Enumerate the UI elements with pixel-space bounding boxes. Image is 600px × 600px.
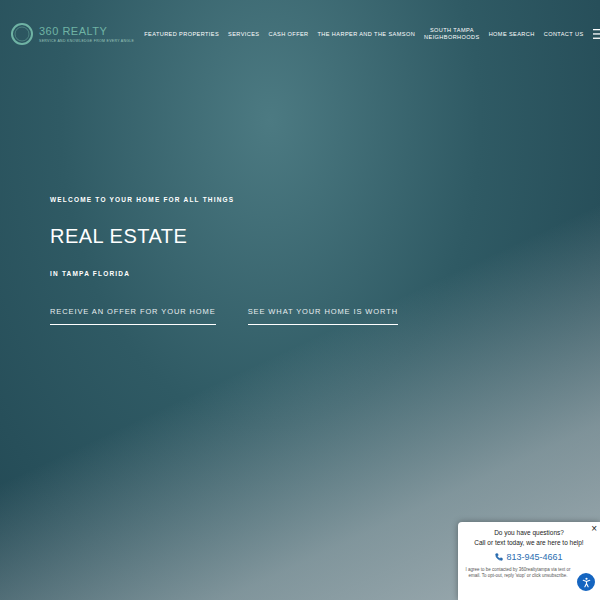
hero-link[interactable]: RECEIVE AN OFFER FOR YOUR HOME [50, 307, 216, 325]
hero-title: REAL ESTATE [50, 225, 187, 248]
nav-item[interactable]: HOME SEARCH [489, 31, 535, 38]
nav-item[interactable]: SERVICES [228, 31, 259, 38]
nav-item[interactable]: FEATURED PROPERTIES [144, 31, 219, 38]
hero-link[interactable]: SEE WHAT YOUR HOME IS WORTH [248, 307, 398, 325]
chat-message: Call or text today, we are here to help! [474, 539, 583, 546]
phone-link[interactable]: 813-945-4661 [495, 552, 562, 562]
nav-item[interactable]: THE HARPER AND THE SAMSON [318, 31, 416, 38]
logo-ring-icon [10, 22, 34, 46]
hero: WELCOME TO YOUR HOME FOR ALL THINGS REAL … [0, 46, 600, 325]
nav-item[interactable]: CONTACT US [544, 31, 584, 38]
accessibility-icon [580, 576, 593, 589]
accessibility-button[interactable] [575, 571, 597, 593]
logo[interactable]: 360 REALTY SERVICE AND KNOWLEDGE FROM EVE… [10, 22, 134, 46]
hero-eyebrow: WELCOME TO YOUR HOME FOR ALL THINGS [50, 196, 234, 203]
logo-name: 360 REALTY [39, 25, 134, 37]
close-button[interactable]: × [591, 524, 597, 534]
hero-subtitle: IN TAMPA FLORIDA [50, 270, 130, 277]
header: 360 REALTY SERVICE AND KNOWLEDGE FROM EVE… [0, 0, 600, 46]
page: 360 REALTY SERVICE AND KNOWLEDGE FROM EVE… [0, 0, 600, 600]
main-nav: FEATURED PROPERTIES SERVICES CASH OFFER THE… [144, 27, 600, 41]
chat-title: Do you have questions? [494, 529, 564, 536]
phone-icon [495, 553, 503, 561]
menu-icon[interactable] [593, 29, 600, 39]
chat-disclaimer: I agree to be contacted by 360realtytamp… [464, 567, 572, 579]
nav-item[interactable]: CASH OFFER [268, 31, 308, 38]
hero-links: RECEIVE AN OFFER FOR YOUR HOME SEE WHAT Y… [50, 307, 398, 325]
logo-tagline: SERVICE AND KNOWLEDGE FROM EVERY ANGLE [39, 39, 134, 43]
nav-item[interactable]: SOUTH TAMPA NEIGHBORHOODS [424, 27, 480, 41]
